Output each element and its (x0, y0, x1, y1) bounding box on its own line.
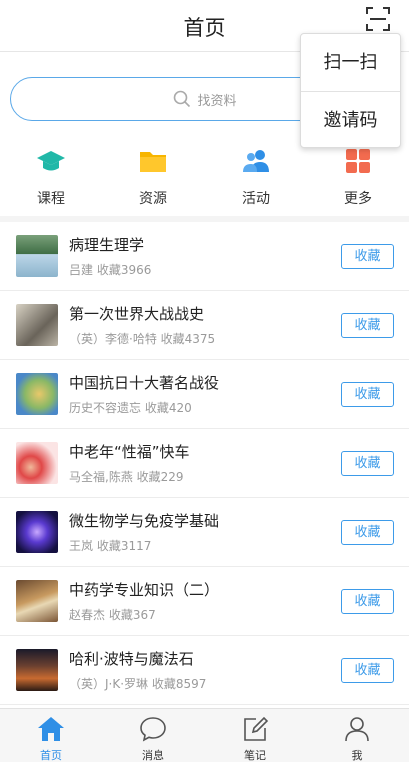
quick-nav: 课程 资源 活动 更多 (0, 142, 409, 212)
list-item[interactable]: 中药学专业知识（二） 赵春杰 收藏367 收藏 (0, 567, 409, 636)
tab-label: 笔记 (244, 749, 266, 762)
favorite-button[interactable]: 收藏 (341, 313, 394, 338)
grid-icon (346, 149, 370, 173)
cover-image (16, 511, 58, 553)
cover-image (16, 649, 58, 691)
item-title: 中药学专业知识（二） (69, 581, 220, 599)
tab-messages[interactable]: 消息 (102, 709, 204, 762)
quick-nav-more[interactable]: 更多 (318, 142, 398, 208)
quick-nav-label: 课程 (37, 191, 65, 207)
item-meta: 历史不容遗忘 收藏420 (69, 401, 192, 415)
favorite-button[interactable]: 收藏 (341, 382, 394, 407)
item-title: 中国抗日十大著名战役 (69, 374, 220, 392)
item-title: 中老年“性福”快车 (69, 443, 190, 461)
quick-nav-course[interactable]: 课程 (11, 142, 91, 208)
list-item[interactable]: 中国抗日十大著名战役 历史不容遗忘 收藏420 收藏 (0, 360, 409, 429)
search-icon (174, 90, 191, 108)
graduation-cap-icon (37, 151, 65, 171)
list-item[interactable]: 第一次世界大战战史 （英）李德·哈特 收藏4375 收藏 (0, 291, 409, 360)
cover-image (16, 442, 58, 484)
list-item[interactable]: 中老年“性福”快车 马全福,陈燕 收藏229 收藏 (0, 429, 409, 498)
bottom-tab-bar: 首页 消息 笔记 我 (0, 708, 409, 762)
note-icon (244, 716, 269, 741)
scan-icon[interactable] (365, 6, 391, 32)
home-icon (38, 717, 64, 741)
item-meta: 马全福,陈燕 收藏229 (69, 470, 184, 484)
list-item[interactable]: 微生物学与免疫学基础 王岚 收藏3117 收藏 (0, 498, 409, 567)
favorite-button[interactable]: 收藏 (341, 658, 394, 683)
tab-home[interactable]: 首页 (0, 709, 102, 762)
folder-icon (140, 152, 166, 172)
quick-nav-label: 资源 (139, 191, 167, 207)
item-meta: 吕建 收藏3966 (69, 263, 152, 277)
cover-image (16, 304, 58, 346)
item-title: 微生物学与免疫学基础 (69, 512, 220, 530)
person-icon (345, 717, 369, 742)
message-icon (140, 717, 166, 742)
list-item[interactable]: 病理生理学 吕建 收藏3966 收藏 (0, 222, 409, 291)
item-meta: （英）J·K·罗琳 收藏8597 (69, 677, 207, 691)
list-item[interactable]: 哈利·波特与魔法石 （英）J·K·罗琳 收藏8597 收藏 (0, 636, 409, 705)
favorite-button[interactable]: 收藏 (341, 451, 394, 476)
tab-notes[interactable]: 笔记 (204, 709, 306, 762)
cover-image (16, 580, 58, 622)
tab-label: 我 (351, 749, 363, 762)
tab-label: 消息 (142, 749, 164, 762)
tab-me[interactable]: 我 (306, 709, 408, 762)
people-icon (243, 150, 269, 172)
favorite-button[interactable]: 收藏 (341, 589, 394, 614)
quick-nav-label: 活动 (242, 191, 270, 207)
favorite-button[interactable]: 收藏 (341, 244, 394, 269)
tab-label: 首页 (40, 749, 62, 762)
quick-nav-activity[interactable]: 活动 (216, 142, 296, 208)
cover-image (16, 235, 58, 277)
item-title: 哈利·波特与魔法石 (69, 650, 194, 668)
menu-item-invite-code[interactable]: 邀请码 (301, 92, 400, 149)
item-meta: 赵春杰 收藏367 (69, 608, 156, 622)
quick-nav-resource[interactable]: 资源 (113, 142, 193, 208)
quick-nav-label: 更多 (344, 191, 372, 207)
menu-item-scan[interactable]: 扫一扫 (301, 34, 400, 91)
search-placeholder: 找资料 (197, 93, 237, 109)
item-title: 病理生理学 (69, 236, 145, 254)
favorite-button[interactable]: 收藏 (341, 520, 394, 545)
item-title: 第一次世界大战战史 (69, 305, 205, 323)
cover-image (16, 373, 58, 415)
item-meta: 王岚 收藏3117 (69, 539, 152, 553)
item-meta: （英）李德·哈特 收藏4375 (69, 332, 216, 346)
popup-menu: 扫一扫 邀请码 (300, 33, 401, 148)
